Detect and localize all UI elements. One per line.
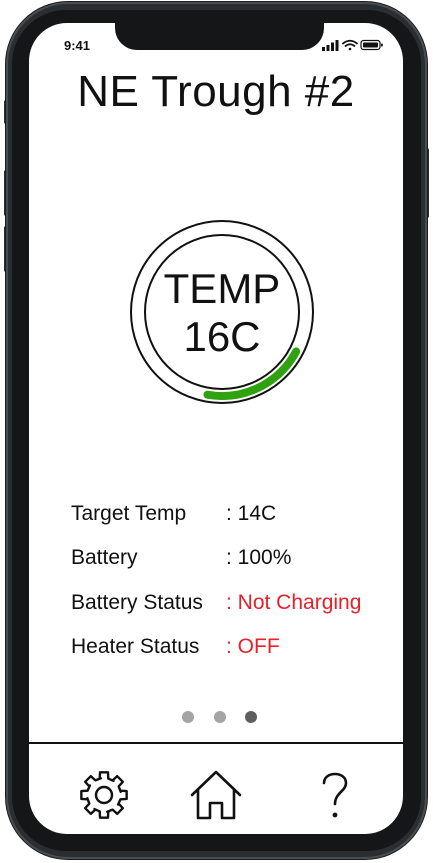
home-icon[interactable] xyxy=(188,767,244,823)
gauge-readout: TEMP 16C xyxy=(129,265,315,361)
gauge-label: TEMP xyxy=(163,265,281,312)
info-value: : 14C xyxy=(226,502,277,525)
page-dot-3-active[interactable] xyxy=(245,711,257,723)
info-value: : 100% xyxy=(226,546,292,569)
page-dot-1[interactable] xyxy=(182,711,194,723)
page-indicator xyxy=(182,711,262,725)
info-label: Battery xyxy=(71,546,138,569)
page-dot-2[interactable] xyxy=(214,711,226,723)
page-title: NE Trough #2 xyxy=(77,67,355,116)
info-row-target-temp: Target Temp : 14C xyxy=(71,502,276,526)
gear-icon[interactable] xyxy=(76,767,132,823)
status-time: 9:41 xyxy=(63,38,91,53)
nav-divider xyxy=(29,742,403,744)
info-value-alert: : OFF xyxy=(226,635,280,658)
signal-icon xyxy=(322,40,339,51)
info-row-battery-status: Battery Status : Not Charging xyxy=(71,591,361,615)
info-row-heater-status: Heater Status : OFF xyxy=(71,635,280,659)
info-label: Target Temp xyxy=(71,502,187,525)
info-row-battery: Battery : 100% xyxy=(71,546,291,570)
app-screen: 9:41 NE Trough #2 TEMP 16C Target Temp : … xyxy=(29,23,403,834)
info-label: Battery Status xyxy=(71,591,203,614)
gauge-value: 16C xyxy=(183,313,261,360)
notch xyxy=(115,23,324,50)
wifi-icon xyxy=(342,39,358,51)
info-label: Heater Status xyxy=(71,635,200,658)
info-value-alert: : Not Charging xyxy=(226,591,362,614)
battery-icon xyxy=(360,39,383,51)
status-icons xyxy=(322,39,383,51)
question-icon[interactable] xyxy=(307,767,363,823)
